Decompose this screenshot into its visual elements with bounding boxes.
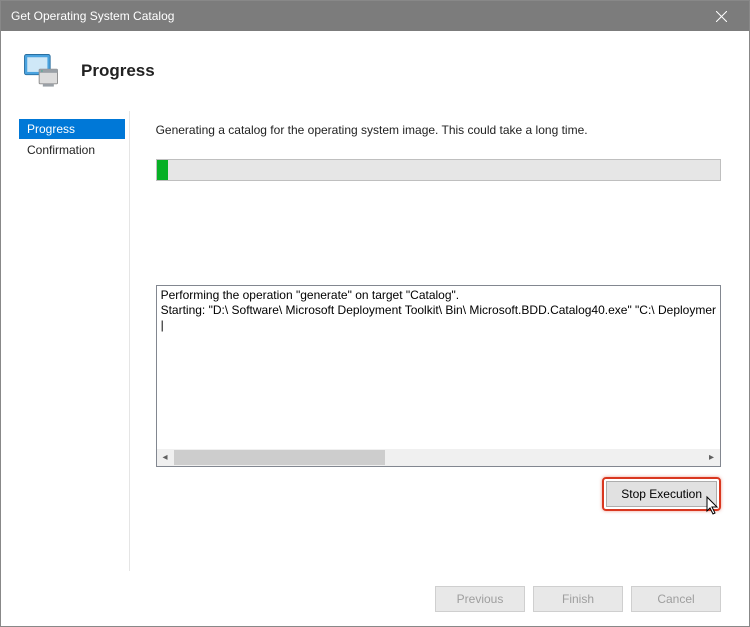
horizontal-scrollbar[interactable]: ◂ ▸: [157, 449, 720, 466]
scroll-thumb[interactable]: [174, 450, 386, 465]
previous-button: Previous: [435, 586, 525, 612]
wizard-footer: Previous Finish Cancel: [1, 572, 749, 626]
titlebar: Get Operating System Catalog: [1, 1, 749, 31]
stop-button-highlight: Stop Execution: [602, 477, 721, 511]
stop-execution-button[interactable]: Stop Execution: [606, 481, 717, 507]
wizard-body: Progress Confirmation Generating a catal…: [1, 111, 749, 571]
scroll-track[interactable]: [174, 449, 703, 466]
header-heading: Progress: [81, 61, 155, 81]
computer-icon: [19, 49, 63, 93]
log-text: Performing the operation "generate" on t…: [157, 286, 720, 335]
wizard-sidebar: Progress Confirmation: [1, 111, 129, 571]
finish-button: Finish: [533, 586, 623, 612]
wizard-main: Generating a catalog for the operating s…: [130, 111, 749, 571]
cancel-button: Cancel: [631, 586, 721, 612]
scroll-right-arrow[interactable]: ▸: [703, 449, 720, 466]
close-button[interactable]: [701, 1, 741, 31]
progress-bar: [156, 159, 721, 181]
progress-fill: [157, 160, 168, 180]
window-title: Get Operating System Catalog: [11, 9, 174, 23]
close-icon: [716, 11, 727, 22]
scroll-left-arrow[interactable]: ◂: [157, 449, 174, 466]
sidebar-step-progress[interactable]: Progress: [19, 119, 125, 139]
status-text: Generating a catalog for the operating s…: [156, 123, 721, 137]
sidebar-step-confirmation[interactable]: Confirmation: [19, 140, 125, 160]
log-output[interactable]: Performing the operation "generate" on t…: [156, 285, 721, 467]
wizard-header: Progress: [1, 31, 749, 111]
